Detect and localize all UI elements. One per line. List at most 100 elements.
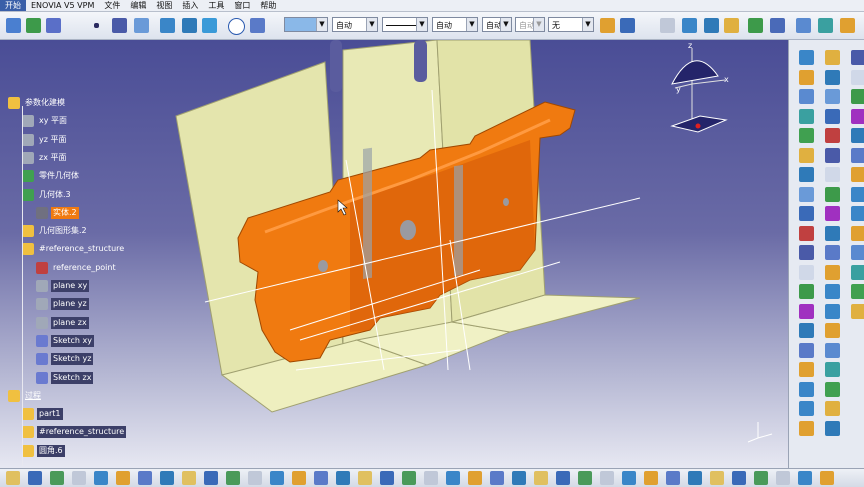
tool-icon[interactable] (660, 18, 675, 33)
tool-icon[interactable] (851, 264, 864, 280)
tool-icon[interactable] (182, 18, 197, 33)
plane-tool-icon[interactable] (134, 18, 149, 33)
tool-icon[interactable] (851, 89, 864, 104)
tool-icon[interactable] (799, 128, 814, 143)
tool-icon[interactable] (6, 471, 20, 485)
tool-icon[interactable] (825, 225, 840, 241)
tool-icon[interactable] (851, 147, 864, 163)
tool-icon[interactable] (799, 167, 814, 182)
tool-icon[interactable] (825, 206, 840, 221)
tool-icon[interactable] (799, 186, 814, 202)
tool-icon[interactable] (799, 50, 814, 65)
tool-icon[interactable] (825, 50, 840, 65)
tool-icon[interactable] (248, 471, 262, 485)
tool-icon[interactable] (620, 18, 635, 33)
tool-icon[interactable] (490, 471, 504, 485)
tool-icon[interactable] (825, 167, 840, 182)
tool-icon[interactable] (851, 284, 864, 299)
menu-item[interactable]: 开始 (0, 0, 26, 11)
none-select[interactable]: 无 ▼ (548, 17, 594, 32)
tool-icon[interactable] (825, 89, 840, 104)
tool-icon[interactable] (600, 471, 614, 485)
tree-node[interactable]: 零件几何体 (22, 169, 81, 183)
tree-node[interactable]: 实体.2 (36, 206, 79, 220)
tool-icon[interactable] (825, 342, 840, 358)
tree-node[interactable]: xy 平面 (22, 114, 69, 128)
tool-icon[interactable] (799, 362, 814, 377)
circle-tool-icon[interactable] (228, 18, 245, 35)
tool-icon[interactable] (825, 381, 840, 397)
tool-icon[interactable] (851, 50, 864, 65)
menu-item[interactable]: 窗口 (229, 0, 255, 11)
tool-icon[interactable] (732, 471, 746, 485)
tree-node[interactable]: Sketch yz (36, 352, 94, 366)
tool-icon[interactable] (314, 471, 328, 485)
tool-icon[interactable] (578, 471, 592, 485)
tool-icon[interactable] (851, 128, 864, 143)
layer-select[interactable]: 自动 ▼ (482, 17, 512, 32)
tool-icon[interactable] (26, 18, 41, 33)
tool-icon[interactable] (799, 342, 814, 358)
tree-node[interactable]: 过程 (8, 389, 43, 403)
tool-icon[interactable] (825, 284, 840, 299)
tool-icon[interactable] (424, 471, 438, 485)
tool-icon[interactable] (710, 471, 724, 485)
menu-item[interactable]: 编辑 (125, 0, 151, 11)
tool-icon[interactable] (704, 18, 719, 33)
tool-icon[interactable] (799, 381, 814, 397)
tool-icon[interactable] (724, 18, 739, 33)
line-style-select[interactable]: ▼ (382, 17, 428, 32)
tool-icon[interactable] (468, 471, 482, 485)
tool-icon[interactable] (116, 471, 130, 485)
color-select[interactable]: ▼ (284, 17, 328, 32)
tool-icon[interactable] (50, 471, 64, 485)
tree-node[interactable]: 几何体.3 (22, 188, 73, 202)
menu-item[interactable]: 帮助 (255, 0, 281, 11)
menu-item[interactable]: ENOVIA V5 VPM (26, 0, 99, 11)
tool-icon[interactable] (46, 18, 61, 33)
tool-icon[interactable] (825, 69, 840, 85)
tool-icon[interactable] (556, 471, 570, 485)
tool-icon[interactable] (534, 471, 548, 485)
tool-icon[interactable] (825, 420, 840, 436)
tree-node[interactable]: #reference_structure (22, 425, 127, 439)
extrude-tool-icon[interactable] (160, 18, 175, 33)
tool-icon[interactable] (825, 264, 840, 280)
tool-icon[interactable] (776, 471, 790, 485)
tool-icon[interactable] (825, 186, 840, 202)
tool-icon[interactable] (72, 471, 86, 485)
tree-node[interactable]: reference_point (36, 261, 118, 275)
tool-icon[interactable] (770, 18, 785, 33)
tool-icon[interactable] (851, 108, 864, 124)
tool-icon[interactable] (6, 18, 21, 33)
tool-icon[interactable] (798, 471, 812, 485)
style-select[interactable]: 自动 ▼ (515, 17, 545, 32)
tool-icon[interactable] (270, 471, 284, 485)
3d-viewport[interactable]: z x y 参数化建模 xy 平面 yz 平面 zx 平面 零件几何体 几何体.3 实体.2… (0, 40, 788, 468)
tool-icon[interactable] (358, 471, 372, 485)
tool-icon[interactable] (799, 303, 814, 319)
tool-icon[interactable] (799, 206, 814, 221)
tool-icon[interactable] (336, 471, 350, 485)
menu-item[interactable]: 视图 (151, 0, 177, 11)
menu-item[interactable]: 插入 (177, 0, 203, 11)
tool-icon[interactable] (94, 471, 108, 485)
tree-node[interactable]: zx 平面 (22, 151, 68, 165)
tree-node[interactable]: plane xy (36, 279, 90, 293)
tool-icon[interactable] (799, 323, 814, 338)
point-tool-icon[interactable] (94, 23, 99, 28)
paint-icon[interactable] (600, 18, 615, 33)
tree-node[interactable]: yz 平面 (22, 133, 68, 147)
tool-icon[interactable] (402, 471, 416, 485)
tool-icon[interactable] (851, 206, 864, 221)
tool-icon[interactable] (754, 471, 768, 485)
tree-node[interactable]: 参数化建模 (8, 96, 67, 110)
tool-icon[interactable] (851, 225, 864, 241)
tool-icon[interactable] (688, 471, 702, 485)
tool-icon[interactable] (799, 69, 814, 85)
tool-icon[interactable] (204, 471, 218, 485)
line-tool-icon[interactable] (112, 18, 127, 33)
tree-node[interactable]: 几何图形集.2 (22, 224, 89, 238)
tool-icon[interactable] (825, 128, 840, 143)
tool-icon[interactable] (512, 471, 526, 485)
